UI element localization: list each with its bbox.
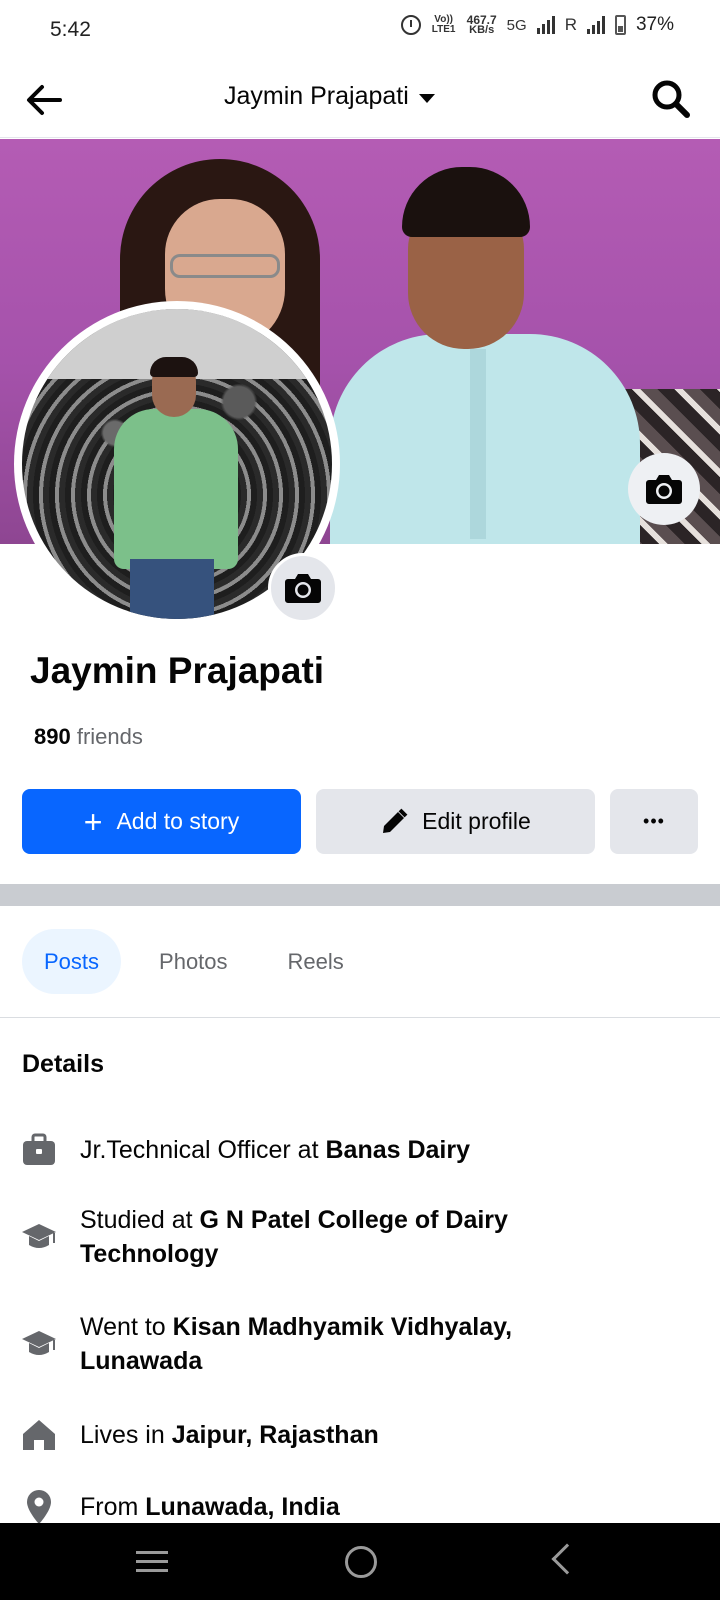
section-divider bbox=[0, 884, 720, 906]
detail-current-city[interactable]: Lives in Jaipur, Rajasthan bbox=[20, 1416, 379, 1454]
detail-work-text: Jr.Technical Officer at Banas Dairy bbox=[80, 1136, 471, 1164]
detail-college[interactable]: Studied at G N Patel College of Dairy Te… bbox=[20, 1203, 600, 1271]
detail-current-city-text: Lives in Jaipur, Rajasthan bbox=[80, 1421, 379, 1449]
detail-work[interactable]: Jr.Technical Officer at Banas Dairy bbox=[20, 1131, 470, 1169]
back-chevron-icon[interactable] bbox=[551, 1543, 583, 1575]
location-pin-icon bbox=[27, 1490, 51, 1524]
pencil-icon bbox=[383, 808, 408, 833]
roaming-indicator: R bbox=[564, 15, 577, 34]
volte-indicator: Vo)) LTE1 bbox=[431, 14, 456, 35]
graduation-cap-icon bbox=[22, 1224, 56, 1248]
plus-icon: + bbox=[83, 803, 103, 840]
alarm-icon bbox=[400, 15, 421, 35]
network-speed: 467.7 KB/s bbox=[467, 14, 497, 36]
network-speed-unit: KB/s bbox=[469, 24, 495, 36]
more-dots-icon: ••• bbox=[643, 811, 665, 831]
profile-tabs: Posts Photos Reels bbox=[22, 929, 366, 994]
network-type: 5G bbox=[506, 16, 527, 34]
profile-header: Jaymin Prajapati bbox=[0, 62, 720, 138]
detail-college-text: Studied at G N Patel College of Dairy Te… bbox=[80, 1206, 508, 1268]
status-bar: 5:42 Vo)) LTE1 467.7 KB/s 5G R 37% bbox=[0, 0, 720, 62]
status-time: 5:42 bbox=[50, 18, 91, 41]
camera-icon bbox=[646, 475, 682, 504]
friends-number: 890 bbox=[34, 724, 71, 749]
add-to-story-label: Add to story bbox=[116, 808, 240, 834]
more-options-button[interactable]: ••• bbox=[610, 789, 698, 854]
status-icons: Vo)) LTE1 467.7 KB/s 5G R 37% bbox=[400, 14, 674, 36]
edit-profile-label: Edit profile bbox=[422, 808, 531, 834]
detail-hometown[interactable]: From Lunawada, India bbox=[20, 1488, 340, 1526]
edit-profile-button[interactable]: Edit profile bbox=[316, 789, 595, 854]
header-title: Jaymin Prajapati bbox=[224, 82, 409, 110]
briefcase-icon bbox=[23, 1133, 55, 1165]
home-icon bbox=[23, 1420, 55, 1450]
avatar-camera-button[interactable] bbox=[268, 553, 338, 623]
battery-percent: 37% bbox=[635, 14, 674, 35]
detail-hometown-text: From Lunawada, India bbox=[80, 1493, 340, 1521]
friends-count[interactable]: 890 friends bbox=[34, 724, 143, 750]
graduation-cap-icon bbox=[22, 1331, 56, 1355]
detail-school-text: Went to Kisan Madhyamik Vidhyalay, Lunaw… bbox=[80, 1313, 513, 1375]
add-to-story-button[interactable]: + Add to story bbox=[22, 789, 301, 854]
cover-camera-button[interactable] bbox=[628, 453, 700, 525]
system-navigation-bar bbox=[0, 1523, 720, 1600]
camera-icon bbox=[285, 574, 321, 603]
home-circle-icon[interactable] bbox=[345, 1546, 377, 1578]
tab-posts[interactable]: Posts bbox=[22, 929, 122, 994]
back-arrow-icon[interactable] bbox=[22, 78, 66, 122]
detail-school[interactable]: Went to Kisan Madhyamik Vidhyalay, Lunaw… bbox=[20, 1310, 600, 1378]
signal-2-icon bbox=[586, 16, 605, 34]
tab-reels[interactable]: Reels bbox=[266, 929, 366, 994]
details-heading: Details bbox=[22, 1050, 104, 1078]
profile-name: Jaymin Prajapati bbox=[30, 650, 325, 691]
battery-icon bbox=[614, 15, 626, 35]
recent-apps-icon[interactable] bbox=[136, 1551, 168, 1573]
friends-label: friends bbox=[76, 724, 143, 749]
search-icon[interactable] bbox=[650, 78, 692, 120]
tab-photos[interactable]: Photos bbox=[137, 929, 250, 994]
signal-icon bbox=[536, 16, 555, 34]
tabs-divider bbox=[0, 1017, 720, 1018]
profile-switcher[interactable]: Jaymin Prajapati bbox=[224, 82, 435, 111]
caret-down-icon bbox=[418, 93, 435, 103]
